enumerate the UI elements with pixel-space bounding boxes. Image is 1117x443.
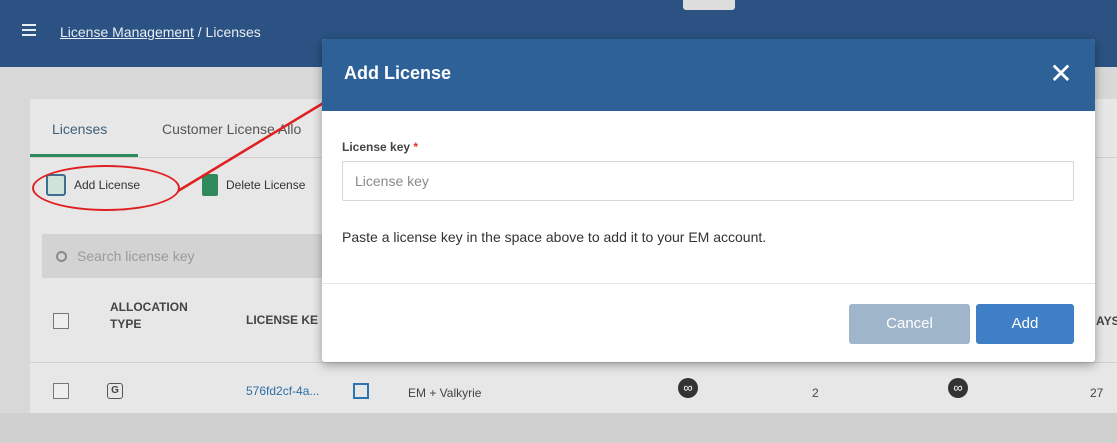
copy-icon[interactable] xyxy=(353,383,369,399)
add-license-dialog: Add License ✕ License key * Paste a lice… xyxy=(322,39,1095,362)
breadcrumb: License Management / Licenses xyxy=(60,24,261,40)
annotation-ellipse xyxy=(32,165,180,211)
menu-icon[interactable] xyxy=(22,24,36,36)
search-icon xyxy=(56,250,67,262)
select-all-checkbox[interactable] xyxy=(53,313,69,329)
license-key-input[interactable] xyxy=(342,161,1074,201)
count-cell: 2 xyxy=(812,386,819,400)
helper-text: Paste a license key in the space above t… xyxy=(342,229,767,245)
trash-icon xyxy=(202,174,218,196)
row-divider xyxy=(30,362,1117,363)
column-header-allocation-line1: ALLOCATION xyxy=(110,300,188,314)
tab-customer-license-allocation[interactable]: Customer License Allo xyxy=(162,121,322,137)
search-placeholder: Search license key xyxy=(77,248,195,264)
top-handle xyxy=(683,0,735,10)
column-header-allocation-line2: TYPE xyxy=(110,317,142,331)
column-header-allocation-type[interactable]: ALLOCATION TYPE xyxy=(110,300,188,331)
row-checkbox[interactable] xyxy=(53,383,69,399)
delete-license-label: Delete License xyxy=(226,178,306,192)
breadcrumb-separator: / xyxy=(193,24,206,40)
page-bottom xyxy=(0,413,1117,443)
dialog-footer-divider xyxy=(322,283,1095,284)
license-key-label-text: License key xyxy=(342,140,411,154)
search-input[interactable]: Search license key xyxy=(42,234,322,278)
breadcrumb-link-license-management[interactable]: License Management xyxy=(60,24,194,40)
infinity-icon: ∞ xyxy=(678,378,698,398)
add-button[interactable]: Add xyxy=(976,304,1074,344)
close-icon[interactable]: ✕ xyxy=(1047,60,1075,89)
dialog-title: Add License xyxy=(344,63,452,83)
allocation-type-badge: G xyxy=(107,383,123,399)
required-mark: * xyxy=(410,140,419,154)
column-header-license-key[interactable]: LICENSE KE xyxy=(246,313,318,327)
infinity-icon: ∞ xyxy=(948,378,968,398)
dialog-header: Add License ✕ xyxy=(322,39,1095,111)
license-key-label: License key * xyxy=(342,140,418,154)
days-cell: 27 xyxy=(1090,386,1104,400)
breadcrumb-current: Licenses xyxy=(205,24,261,40)
product-cell: EM + Valkyrie xyxy=(408,386,482,400)
delete-license-button[interactable]: Delete License xyxy=(202,174,322,196)
tab-licenses[interactable]: Licenses xyxy=(30,112,138,158)
license-key-link[interactable]: 576fd2cf-4a... xyxy=(246,384,319,398)
column-header-days-edge: AYS xyxy=(1096,314,1117,328)
cancel-button[interactable]: Cancel xyxy=(849,304,970,344)
